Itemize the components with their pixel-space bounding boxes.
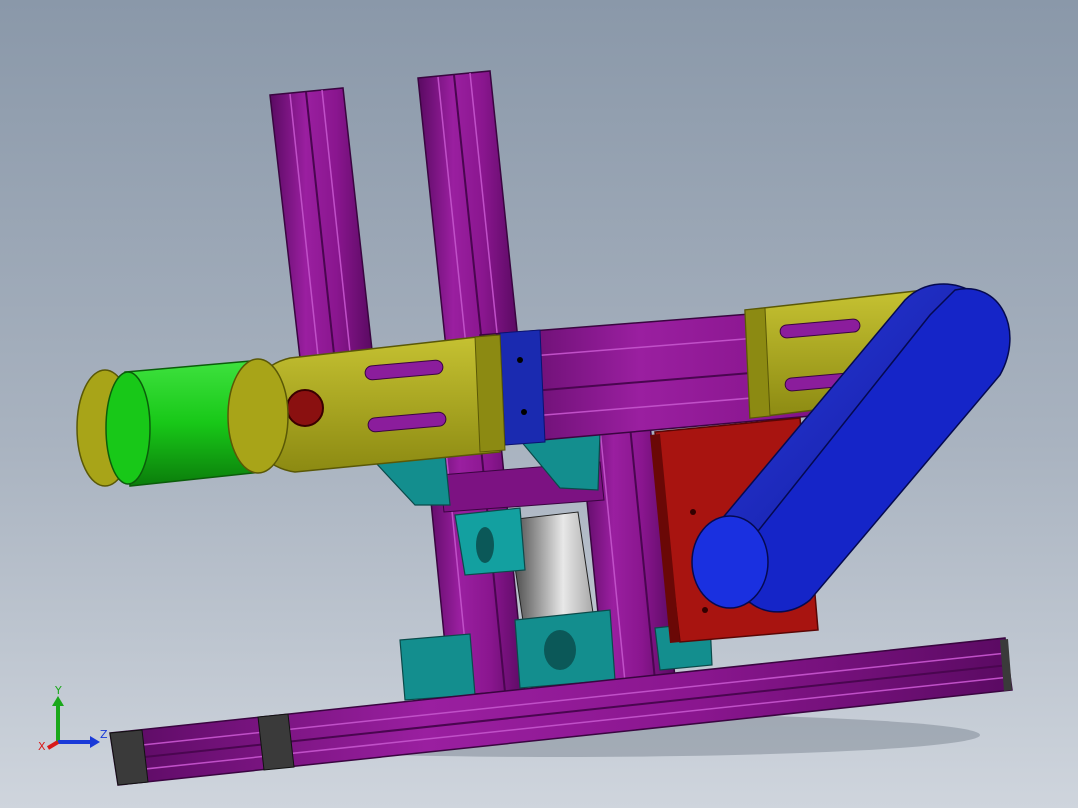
x-axis-arrow	[46, 740, 60, 750]
z-axis-label: Z	[100, 728, 108, 741]
cad-viewport[interactable]: Y Z X	[0, 0, 1078, 808]
vertical-upright-right[interactable]	[417, 70, 519, 349]
orientation-triad[interactable]: Y Z X	[34, 684, 114, 764]
x-axis-label: X	[38, 740, 46, 753]
conveyor-assembly-model[interactable]	[0, 0, 1078, 808]
y-axis-head	[52, 696, 64, 706]
z-axis-head	[90, 736, 100, 748]
vertical-upright-left[interactable]	[269, 87, 373, 359]
drive-shaft-hole	[286, 389, 324, 427]
y-axis-label: Y	[54, 684, 62, 697]
drive-roller[interactable]	[76, 358, 289, 487]
